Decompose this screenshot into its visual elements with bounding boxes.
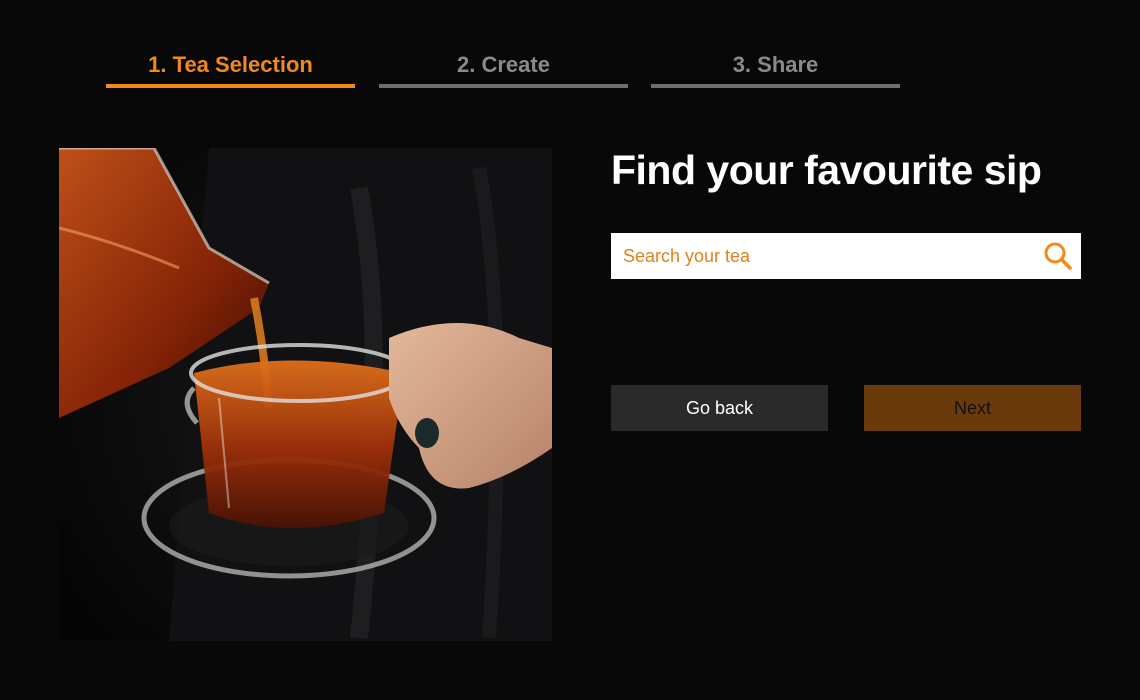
step-progress-bar — [106, 84, 355, 88]
step-label: 2. Create — [457, 52, 550, 77]
search-bar — [611, 233, 1081, 279]
step-progress-bar — [379, 84, 628, 88]
tea-pouring-image — [59, 148, 552, 641]
page-title: Find your favourite sip — [611, 147, 1042, 193]
step-label: 3. Share — [732, 52, 819, 77]
step-progress-bar — [651, 84, 900, 88]
step-create[interactable]: 2. Create — [379, 50, 628, 90]
next-button[interactable]: Next — [864, 385, 1081, 431]
tea-wizard: 1. Tea Selection 2. Create 3. Share Find… — [0, 0, 1140, 700]
step-share[interactable]: 3. Share — [651, 50, 900, 90]
search-icon[interactable] — [1035, 233, 1081, 279]
step-tea-selection[interactable]: 1. Tea Selection — [106, 50, 355, 90]
search-input[interactable] — [611, 233, 1035, 279]
step-label: 1. Tea Selection — [148, 52, 313, 77]
go-back-button[interactable]: Go back — [611, 385, 828, 431]
